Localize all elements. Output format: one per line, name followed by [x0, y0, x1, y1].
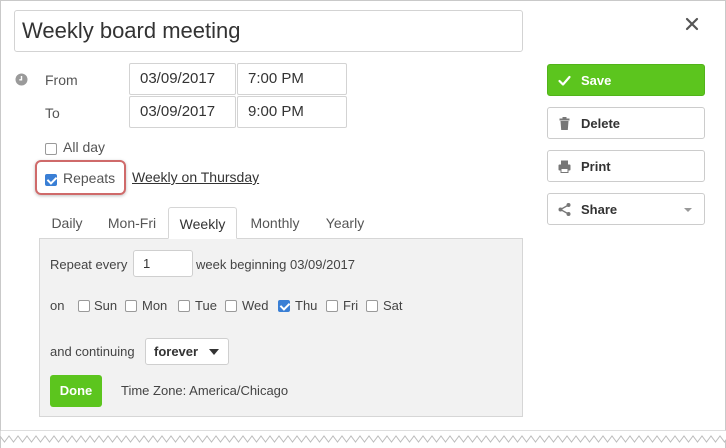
day-label-wed: Wed	[242, 298, 269, 313]
to-label: To	[45, 105, 60, 121]
delete-label: Delete	[581, 116, 621, 131]
print-button[interactable]: Print	[547, 150, 705, 182]
repeat-every-label: Repeat every	[50, 257, 128, 272]
close-button[interactable]	[681, 13, 703, 35]
tab-weekly[interactable]: Weekly	[168, 207, 237, 239]
day-label-thu: Thu	[295, 298, 318, 313]
continuing-label: and continuing	[50, 344, 135, 359]
repeats-checkbox[interactable]	[45, 174, 57, 186]
share-button[interactable]: Share	[547, 193, 705, 225]
timezone-text: Time Zone: America/Chicago	[121, 383, 289, 398]
day-checkbox-wed[interactable]	[225, 300, 237, 312]
done-button[interactable]: Done	[50, 375, 102, 407]
from-date-input[interactable]: 03/09/2017	[129, 63, 236, 95]
repeat-summary-link[interactable]: Weekly on Thursday	[132, 169, 259, 185]
weekly-repeat-panel: Repeat every 1 week beginning 03/09/2017…	[39, 238, 523, 417]
all-day-checkbox[interactable]	[45, 143, 57, 155]
event-dialog: Weekly board meeting From 03/09/2017 7:0…	[0, 0, 726, 448]
day-checkbox-sun[interactable]	[78, 300, 90, 312]
from-time-input[interactable]: 7:00 PM	[237, 63, 347, 95]
week-beginning-text: week beginning 03/09/2017	[196, 257, 356, 272]
tab-yearly[interactable]: Yearly	[314, 207, 376, 239]
share-icon	[558, 203, 571, 216]
delete-button[interactable]: Delete	[547, 107, 705, 139]
from-label: From	[45, 72, 78, 88]
caret-down-icon	[209, 349, 219, 355]
day-checkbox-fri[interactable]	[326, 300, 338, 312]
printer-icon	[558, 160, 571, 173]
torn-edge	[0, 430, 726, 443]
dropdown-caret-icon	[684, 208, 692, 212]
event-title-input[interactable]: Weekly board meeting	[14, 10, 523, 52]
continuing-value: forever	[154, 344, 199, 359]
day-label-fri: Fri	[343, 298, 359, 313]
tab-monthly[interactable]: Monthly	[239, 207, 311, 239]
day-checkbox-tue[interactable]	[178, 300, 190, 312]
close-icon	[685, 17, 699, 31]
trash-icon	[559, 117, 570, 130]
tab-daily[interactable]: Daily	[39, 207, 95, 239]
save-button[interactable]: Save	[547, 64, 705, 96]
repeats-label: Repeats	[63, 170, 116, 186]
clock-icon	[15, 73, 28, 86]
share-label: Share	[581, 202, 618, 217]
to-time-input[interactable]: 9:00 PM	[237, 96, 347, 128]
on-label: on	[50, 298, 65, 313]
tab-mon-fri[interactable]: Mon-Fri	[97, 207, 167, 239]
print-label: Print	[581, 159, 611, 174]
day-checkbox-mon[interactable]	[125, 300, 137, 312]
all-day-label: All day	[63, 139, 106, 155]
continuing-select[interactable]: forever	[145, 338, 229, 365]
repeat-every-input[interactable]: 1	[133, 250, 193, 277]
day-label-mon: Mon	[142, 298, 168, 313]
save-label: Save	[581, 73, 612, 88]
day-label-sat: Sat	[383, 298, 403, 313]
day-checkbox-thu[interactable]	[278, 300, 290, 312]
day-checkbox-sat[interactable]	[366, 300, 378, 312]
check-icon	[558, 75, 571, 86]
to-date-input[interactable]: 03/09/2017	[129, 96, 236, 128]
day-label-sun: Sun	[94, 298, 118, 313]
day-label-tue: Tue	[195, 298, 217, 313]
